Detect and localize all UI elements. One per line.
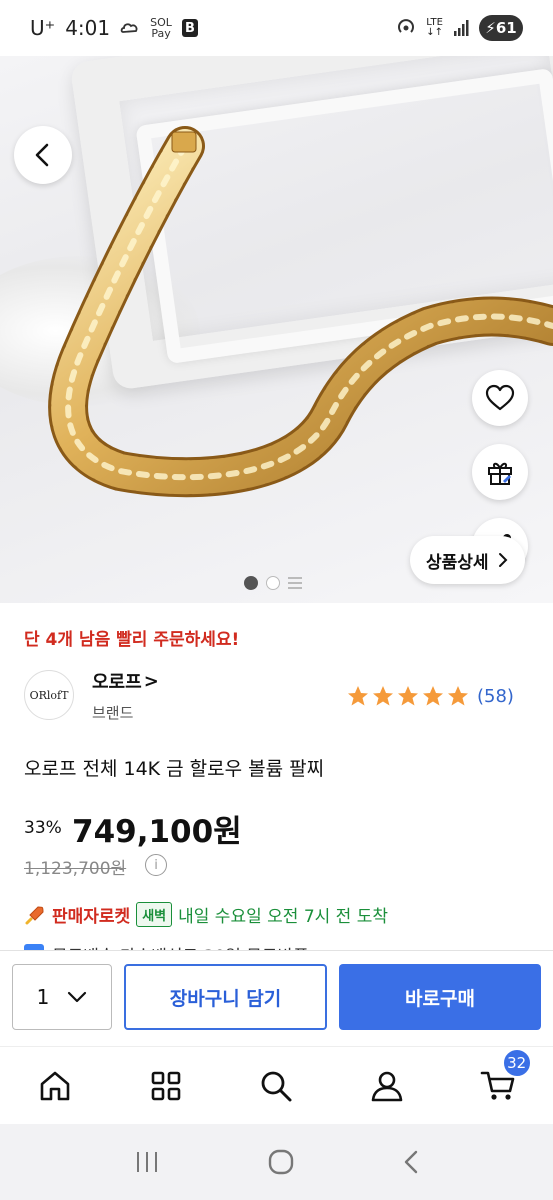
star-icon: [348, 686, 368, 706]
chevron-down-icon: [68, 991, 87, 1003]
gift-button[interactable]: [472, 444, 528, 500]
star-icon: [373, 686, 393, 706]
brand-link[interactable]: 오로프 >: [92, 668, 159, 694]
sol-pay-icon: SOL Pay: [150, 16, 172, 40]
page-dot: [266, 576, 280, 590]
quantity-select[interactable]: 1: [12, 964, 112, 1030]
brand-name: 오로프: [92, 672, 142, 693]
b-app-icon: B: [181, 19, 198, 37]
search-icon: [262, 1071, 292, 1101]
discount-rate: 33%: [24, 818, 62, 838]
add-to-cart-button[interactable]: 장바구니 담기: [124, 964, 327, 1030]
back-button[interactable]: [14, 126, 72, 184]
cart-count-badge: 32: [501, 1047, 532, 1078]
home-icon: [40, 1071, 70, 1100]
star-icon: [398, 686, 418, 706]
hotspot-icon: [398, 19, 415, 33]
original-price: 1,123,700원: [24, 859, 127, 879]
back-nav-icon[interactable]: [402, 1149, 420, 1175]
grid-icon: [151, 1071, 181, 1100]
bottom-nav: 32: [0, 1046, 553, 1124]
chevron-right-icon: [498, 553, 507, 567]
clock: 4:01: [65, 16, 111, 40]
product-title: 오로프 전체 14K 금 할로우 볼륨 팔찌: [24, 758, 325, 780]
recent-apps-icon[interactable]: [134, 1150, 160, 1174]
brand-arrow: >: [143, 670, 159, 692]
status-bar: U⁺ 4:01 SOL Pay B LTE ↓↑ ⚡ 61: [0, 0, 553, 56]
home-button-icon[interactable]: [267, 1148, 295, 1176]
wishlist-button[interactable]: [472, 370, 528, 426]
dawn-delivery-badge: 새벽: [136, 902, 173, 927]
user-icon: [371, 1071, 403, 1101]
star-icon: [423, 686, 443, 706]
nav-search[interactable]: [248, 1058, 304, 1114]
more-images-icon: [288, 577, 302, 589]
gift-rocket-icon: [488, 462, 512, 485]
info-icon[interactable]: i: [145, 854, 167, 876]
nav-home[interactable]: [27, 1058, 83, 1114]
star-icon: [448, 686, 468, 706]
carrier-label: U⁺: [30, 16, 56, 40]
page-dot-active: [244, 576, 258, 590]
delivery-info: 판매자로켓 새벽 내일 수요일 오전 7시 전 도착: [24, 902, 388, 927]
brand-sub-label: 브랜드: [92, 704, 134, 722]
rocket-icon: [25, 905, 44, 924]
product-detail-label: 상품상세: [426, 552, 489, 573]
cloud-icon: [120, 23, 138, 33]
seller-rocket-label: 판매자로켓: [52, 907, 131, 927]
nav-my-account[interactable]: [359, 1058, 415, 1114]
rating[interactable]: (58): [346, 684, 514, 708]
quantity-value: 1: [36, 985, 50, 1009]
nav-categories[interactable]: [138, 1058, 194, 1114]
sale-price: 749,100원: [72, 814, 242, 850]
gold-bracelet-image: [48, 126, 553, 498]
product-detail-button[interactable]: 상품상세: [410, 536, 525, 584]
chevron-left-icon: [35, 143, 49, 167]
signal-icon: [454, 20, 469, 36]
battery-indicator: ⚡ 61: [479, 15, 523, 41]
lte-indicator: LTE ↓↑: [426, 17, 443, 38]
nav-cart[interactable]: 32: [470, 1047, 532, 1114]
buy-now-button[interactable]: 바로구매: [339, 964, 541, 1030]
image-pagination: [244, 576, 302, 590]
heart-icon: [485, 384, 515, 411]
review-count[interactable]: (58): [477, 686, 514, 707]
arrival-text: 내일 수요일 오전 7시 전 도착: [178, 907, 388, 927]
system-nav-bar: [0, 1124, 553, 1200]
brand-logo[interactable]: ORlofT: [24, 670, 74, 720]
stock-urgency-text: 단 4개 남음 빨리 주문하세요!: [24, 630, 240, 650]
product-image[interactable]: 상품상세: [0, 56, 553, 603]
